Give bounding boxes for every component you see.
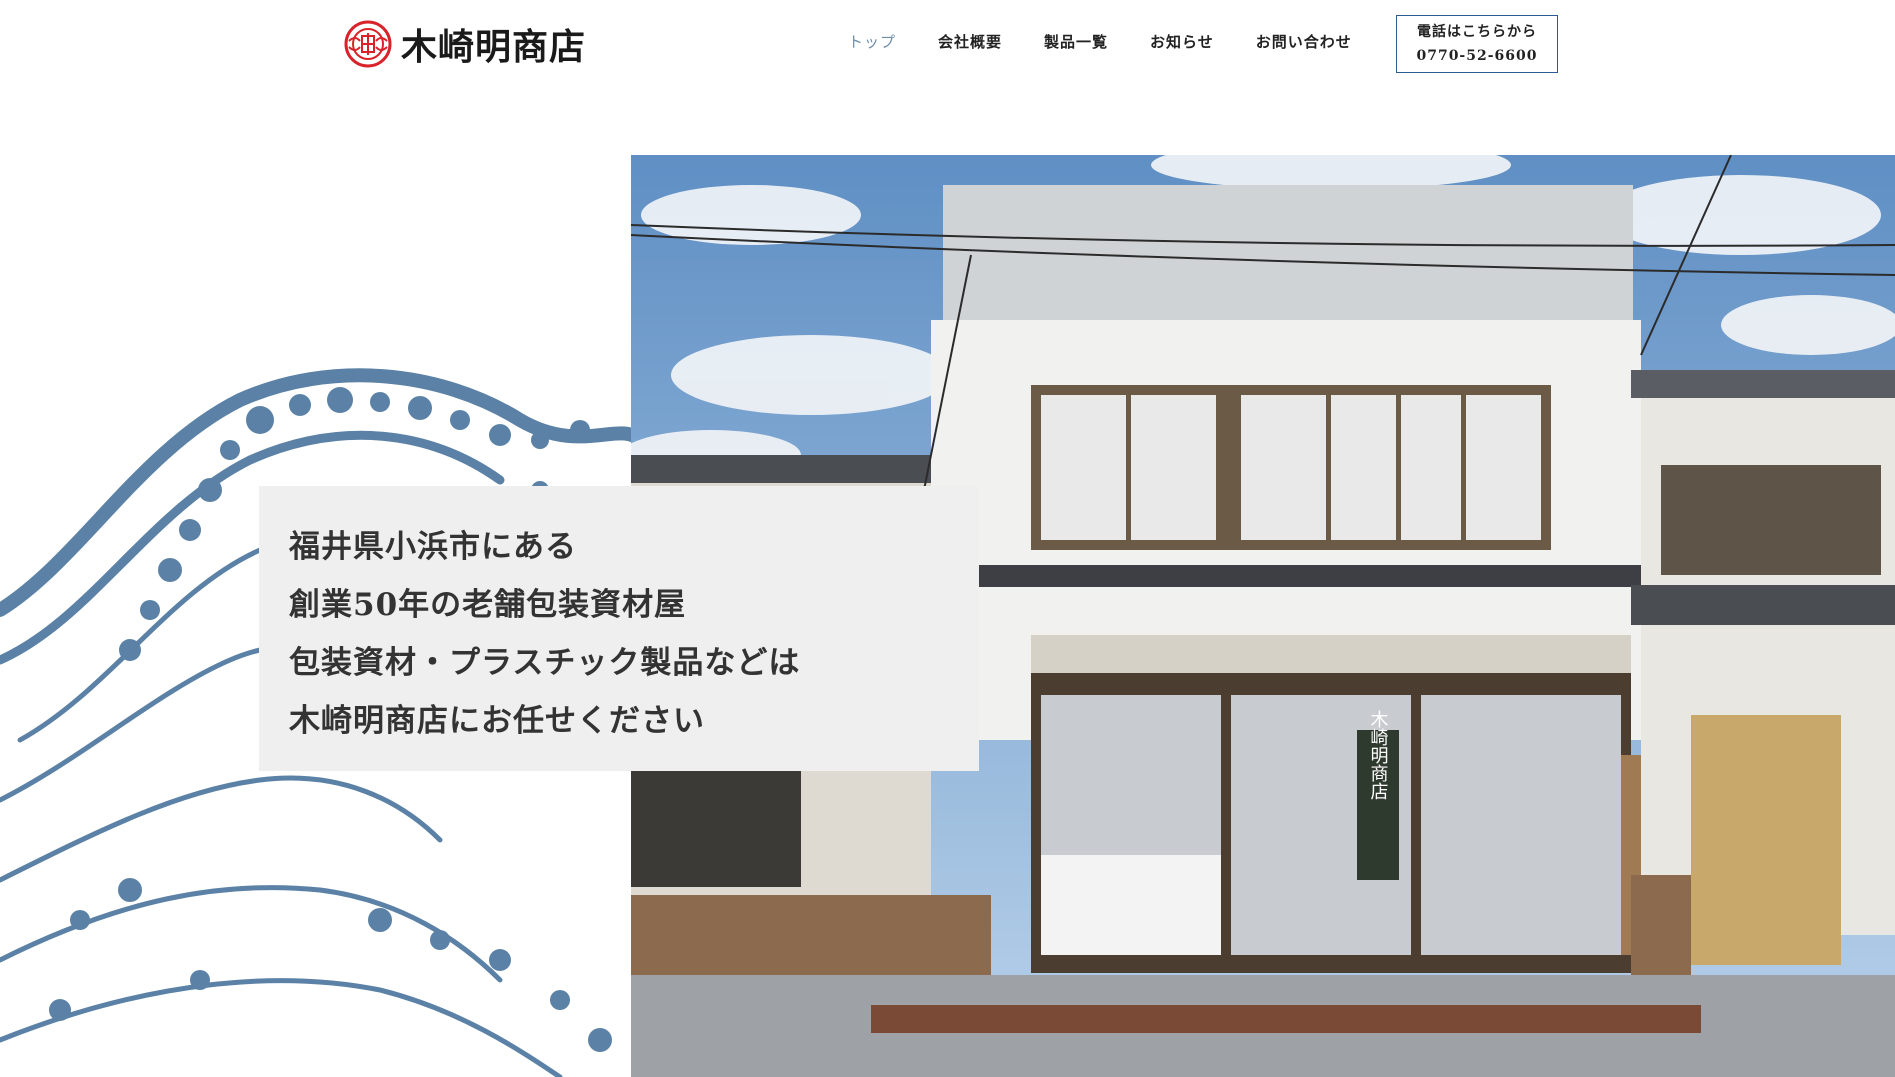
phone-number: 0770-52-6600 bbox=[1416, 48, 1538, 64]
nav-item-company[interactable]: 会社概要 bbox=[938, 31, 1002, 52]
storefront-sign: 木崎明商店 bbox=[1368, 710, 1389, 800]
tagline-line-4: 木崎明商店にお任せください bbox=[289, 703, 705, 739]
tagline-line-2: 創業50年の老舗包装資材屋 bbox=[289, 587, 687, 623]
tagline-line-3: 包装資材・プラスチック製品などは bbox=[289, 645, 801, 681]
brand-name: 木崎明商店 bbox=[401, 27, 587, 68]
nav-item-products[interactable]: 製品一覧 bbox=[1044, 31, 1108, 52]
tagline-line-1: 福井県小浜市にある bbox=[289, 529, 577, 565]
main-nav: トップ 会社概要 製品一覧 お知らせ お問い合わせ bbox=[848, 31, 1352, 52]
logo-mark-icon bbox=[344, 20, 392, 68]
hero-tagline-box: 福井県小浜市にある 創業50年の老舗包装資材屋 包装資材・プラスチック製品などは… bbox=[259, 486, 979, 771]
nav-item-top[interactable]: トップ bbox=[848, 31, 896, 52]
site-header: 木崎明商店 トップ 会社概要 製品一覧 お知らせ お問い合わせ 電話はこちらから… bbox=[0, 0, 1895, 120]
nav-item-news[interactable]: お知らせ bbox=[1150, 31, 1214, 52]
phone-button[interactable]: 電話はこちらから 0770-52-6600 bbox=[1396, 15, 1558, 73]
site-logo[interactable]: 木崎明商店 bbox=[343, 18, 586, 70]
phone-label: 電話はこちらから bbox=[1417, 24, 1537, 40]
nav-item-contact[interactable]: お問い合わせ bbox=[1256, 31, 1352, 52]
